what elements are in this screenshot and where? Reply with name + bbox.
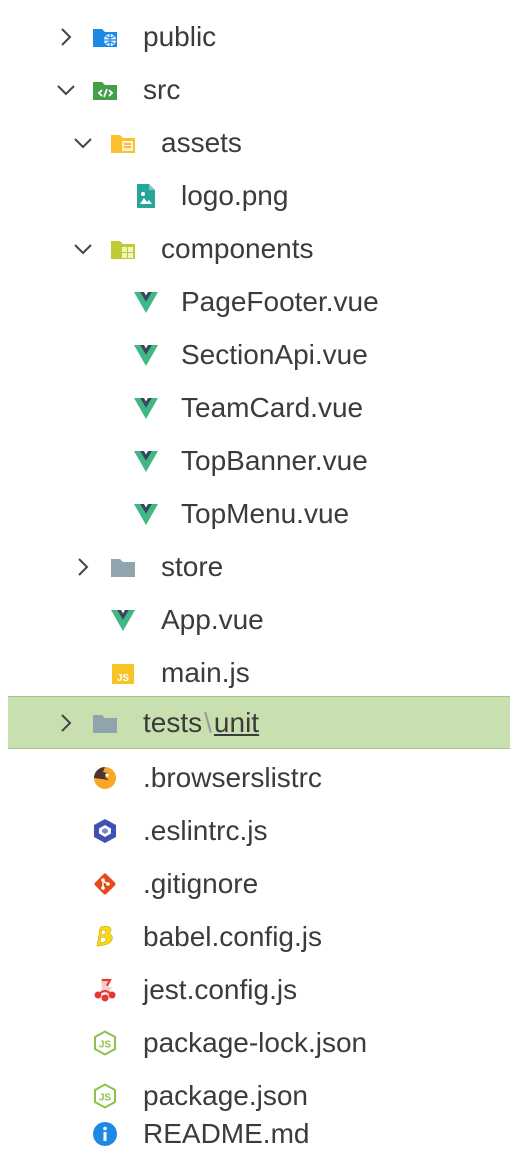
compact-folder-part[interactable]: unit <box>214 707 259 738</box>
image-file-icon <box>133 183 159 209</box>
tree-item-label: TopBanner.vue <box>181 444 368 476</box>
chevron-down-icon[interactable] <box>72 132 94 154</box>
babel-icon <box>92 924 118 950</box>
tree-item-label: store <box>161 550 224 582</box>
folder-icon <box>110 554 136 580</box>
tree-item-components[interactable]: components <box>0 222 510 275</box>
tree-item-label: SectionApi.vue <box>181 338 368 370</box>
js-icon: JS <box>110 660 136 686</box>
tree-item-public[interactable]: public <box>0 10 510 63</box>
folder-src-icon <box>92 77 118 103</box>
jest-icon <box>92 977 118 1003</box>
tree-item-label: App.vue <box>161 603 264 635</box>
tree-item-assets[interactable]: assets <box>0 116 510 169</box>
folder-public-icon <box>92 24 118 50</box>
tree-item-label: TeamCard.vue <box>181 391 364 423</box>
tree-item-main-js[interactable]: JS main.js <box>0 646 510 699</box>
tree-item-pagefooter-vue[interactable]: PageFooter.vue <box>0 275 510 328</box>
tree-item-label: assets <box>161 126 242 158</box>
svg-text:JS: JS <box>99 1092 112 1103</box>
tree-item-topbanner-vue[interactable]: TopBanner.vue <box>0 434 510 487</box>
chevron-right-icon[interactable] <box>72 556 94 578</box>
tree-item-browserslistrc[interactable]: .browserslistrc <box>0 751 510 804</box>
tree-item-label: TopMenu.vue <box>181 497 350 529</box>
chevron-down-icon[interactable] <box>55 79 77 101</box>
vue-icon <box>133 501 159 527</box>
compact-folder-part[interactable]: tests <box>143 707 202 738</box>
tree-item-label: tests\unit <box>143 706 259 738</box>
chevron-right-icon[interactable] <box>55 26 77 48</box>
tree-item-label: jest.config.js <box>143 973 298 1005</box>
tree-item-app-vue[interactable]: App.vue <box>0 593 510 646</box>
tree-item-label: .browserslistrc <box>143 761 322 793</box>
vue-icon <box>133 289 159 315</box>
chevron-down-icon[interactable] <box>72 238 94 260</box>
tree-item-store[interactable]: store <box>0 540 510 593</box>
vue-icon <box>133 395 159 421</box>
nodejs-icon: JS <box>92 1029 118 1056</box>
folder-icon <box>92 710 118 736</box>
tree-item-label: logo.png <box>181 179 289 211</box>
tree-item-tests-unit[interactable]: tests\unit <box>8 696 510 749</box>
tree-item-readme-md[interactable]: README.md <box>0 1107 510 1160</box>
tree-item-jest-config-js[interactable]: jest.config.js <box>0 963 510 1016</box>
tree-item-label: README.md <box>143 1117 310 1149</box>
tree-item-label: package-lock.json <box>143 1026 368 1058</box>
vue-icon <box>133 448 159 474</box>
tree-item-label: .eslintrc.js <box>143 814 268 846</box>
tree-item-label: PageFooter.vue <box>181 285 379 317</box>
file-explorer-tree: public src assets logo.png components Pa… <box>0 0 510 1160</box>
svg-text:JS: JS <box>117 673 130 684</box>
vue-icon <box>110 607 136 633</box>
tree-item-teamcard-vue[interactable]: TeamCard.vue <box>0 381 510 434</box>
folder-components-icon <box>110 236 136 262</box>
tree-item-label: components <box>161 232 314 264</box>
eslint-icon <box>92 818 118 844</box>
tree-item-sectionapi-vue[interactable]: SectionApi.vue <box>0 328 510 381</box>
tree-item-label: src <box>143 73 181 105</box>
tree-item-label: .gitignore <box>143 867 259 899</box>
git-icon <box>92 871 118 897</box>
browserslist-icon <box>92 765 118 791</box>
tree-item-label: package.json <box>143 1079 309 1111</box>
vue-icon <box>133 342 159 368</box>
tree-item-package-lock-json[interactable]: JS package-lock.json <box>0 1016 510 1069</box>
tree-item-logo-png[interactable]: logo.png <box>0 169 510 222</box>
tree-item-label: public <box>143 20 217 52</box>
tree-item-eslintrc-js[interactable]: .eslintrc.js <box>0 804 510 857</box>
tree-item-topmenu-vue[interactable]: TopMenu.vue <box>0 487 510 540</box>
svg-text:JS: JS <box>99 1039 112 1050</box>
tree-item-src[interactable]: src <box>0 63 510 116</box>
path-separator: \ <box>204 706 212 738</box>
tree-item-label: main.js <box>161 656 250 688</box>
chevron-right-icon[interactable] <box>55 712 77 734</box>
nodejs-icon: JS <box>92 1082 118 1109</box>
tree-item-gitignore[interactable]: .gitignore <box>0 857 510 910</box>
tree-item-babel-config-js[interactable]: babel.config.js <box>0 910 510 963</box>
tree-item-label: babel.config.js <box>143 920 323 952</box>
folder-assets-icon <box>110 130 136 156</box>
info-icon <box>92 1121 118 1147</box>
